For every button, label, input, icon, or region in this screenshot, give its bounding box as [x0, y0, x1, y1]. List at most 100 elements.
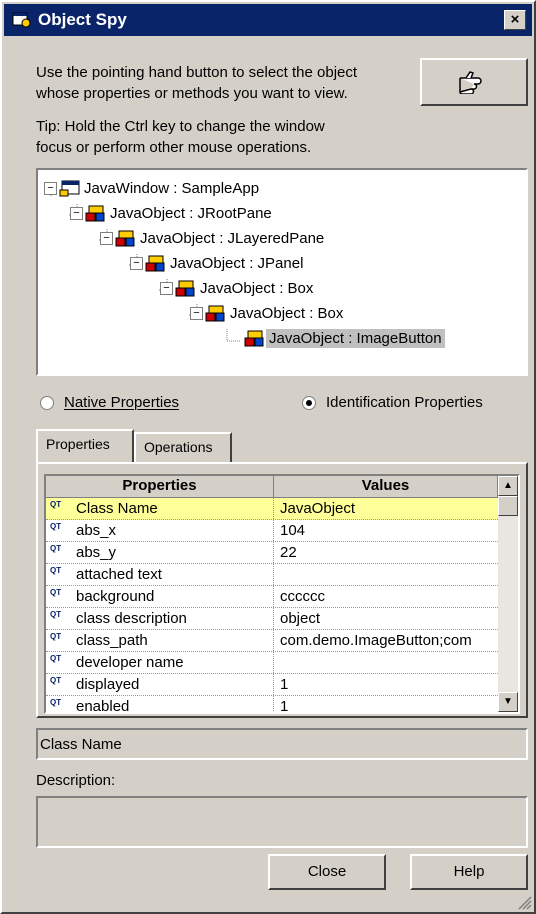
resize-grip-icon[interactable]: [516, 894, 532, 910]
property-value-cell[interactable]: 1: [274, 674, 498, 695]
instruction-line-1: Use the pointing hand button to select t…: [36, 64, 358, 81]
selected-property-field: Class Name: [36, 728, 528, 760]
property-value-cell[interactable]: 22: [274, 542, 498, 563]
java-object-icon: [205, 305, 225, 322]
grid-header: Properties Values: [46, 476, 498, 498]
property-name-cell[interactable]: QT background: [46, 586, 274, 607]
grid-scrollbar[interactable]: ▲ ▼: [498, 476, 518, 712]
tree-node[interactable]: − JavaObject : JLayeredPane: [100, 226, 327, 250]
instruction-line-2: whose properties or methods you want to …: [36, 85, 348, 102]
tree-node-label: JavaObject : Box: [200, 279, 314, 297]
table-row[interactable]: QT abs_y 22: [46, 542, 498, 564]
property-icon: QT: [50, 565, 62, 575]
tree-node-label: JavaObject : ImageButton: [266, 328, 445, 348]
table-row[interactable]: QT displayed 1: [46, 674, 498, 696]
property-name: Class Name: [76, 500, 158, 517]
help-button[interactable]: Help: [410, 854, 528, 890]
property-value-cell[interactable]: 1: [274, 696, 498, 712]
tree-node-label: JavaObject : JRootPane: [110, 204, 272, 222]
identification-properties-radio[interactable]: [302, 395, 316, 410]
property-icon: QT: [50, 609, 62, 619]
property-value-cell[interactable]: cccccc: [274, 586, 498, 607]
property-value-cell[interactable]: com.demo.ImageButton;com: [274, 630, 498, 651]
tip-line-1: Tip: Hold the Ctrl key to change the win…: [36, 118, 325, 135]
object-tree[interactable]: − JavaWindow : SampleApp − JavaObject : JRo…: [36, 168, 528, 376]
title-bar[interactable]: Object Spy ×: [4, 4, 532, 36]
tab-properties[interactable]: Properties: [36, 429, 134, 462]
tree-node[interactable]: − JavaObject : Box: [190, 301, 346, 325]
collapse-icon[interactable]: −: [130, 256, 143, 270]
identification-properties-option[interactable]: Identification Properties: [302, 394, 483, 411]
properties-column-header[interactable]: Properties: [46, 476, 274, 498]
property-icon: QT: [50, 697, 62, 707]
property-value-cell[interactable]: 104: [274, 520, 498, 541]
property-name-cell[interactable]: QT displayed: [46, 674, 274, 695]
property-name-cell[interactable]: QT enabled: [46, 696, 274, 712]
property-name-cell[interactable]: QT abs_x: [46, 520, 274, 541]
property-icon: QT: [50, 521, 62, 531]
java-window-icon: [59, 180, 80, 197]
tree-node[interactable]: JavaObject : ImageButton: [244, 326, 445, 350]
window-title: Object Spy: [38, 10, 127, 29]
property-name: class_path: [76, 632, 148, 649]
property-icon: QT: [50, 631, 62, 641]
table-row[interactable]: QT Class Name JavaObject: [46, 498, 498, 520]
java-object-icon: [244, 330, 264, 347]
table-row[interactable]: QT class description object: [46, 608, 498, 630]
table-row[interactable]: QT enabled 1: [46, 696, 498, 712]
properties-tab-panel: Properties Values QT Class Name JavaObject…: [36, 462, 528, 718]
scroll-thumb[interactable]: [498, 496, 518, 516]
pointing-hand-icon: [459, 71, 482, 94]
tree-node[interactable]: − JavaWindow : SampleApp: [44, 176, 262, 200]
close-button[interactable]: Close: [268, 854, 386, 890]
property-icon: QT: [50, 543, 62, 553]
java-object-icon: [145, 255, 165, 272]
collapse-icon[interactable]: −: [190, 306, 203, 320]
property-name: class description: [76, 610, 187, 627]
property-name-cell[interactable]: QT abs_y: [46, 542, 274, 563]
property-icon: QT: [50, 675, 62, 685]
property-name: abs_y: [76, 544, 117, 561]
scroll-down-arrow-icon[interactable]: ▼: [498, 692, 518, 712]
table-row[interactable]: QT abs_x 104: [46, 520, 498, 542]
property-value-cell[interactable]: [274, 564, 498, 585]
java-object-icon: [115, 230, 135, 247]
property-name: background: [76, 588, 155, 605]
collapse-icon[interactable]: −: [44, 181, 57, 195]
table-row[interactable]: QT developer name: [46, 652, 498, 674]
table-row[interactable]: QT background cccccc: [46, 586, 498, 608]
collapse-icon[interactable]: −: [100, 231, 113, 245]
property-icon: QT: [50, 587, 62, 597]
values-column-header[interactable]: Values: [274, 476, 498, 498]
properties-grid[interactable]: Properties Values QT Class Name JavaObject…: [44, 474, 520, 714]
property-name-cell[interactable]: QT class_path: [46, 630, 274, 651]
native-properties-radio[interactable]: [40, 395, 54, 410]
close-window-button[interactable]: ×: [504, 10, 526, 30]
tab-operations[interactable]: Operations: [134, 432, 232, 462]
property-name-cell[interactable]: QT developer name: [46, 652, 274, 673]
property-value-cell[interactable]: object: [274, 608, 498, 629]
property-icon: QT: [50, 499, 62, 509]
tree-node[interactable]: − JavaObject : JPanel: [130, 251, 306, 275]
table-row[interactable]: QT attached text: [46, 564, 498, 586]
collapse-icon[interactable]: −: [70, 206, 83, 220]
scroll-up-arrow-icon[interactable]: ▲: [498, 476, 518, 496]
property-name-cell[interactable]: QT Class Name: [46, 498, 274, 519]
pointing-hand-button[interactable]: [420, 58, 528, 106]
property-name: abs_x: [76, 522, 117, 539]
property-name-cell[interactable]: QT class description: [46, 608, 274, 629]
property-icon: QT: [50, 653, 62, 663]
tree-node-label: JavaObject : JPanel: [170, 254, 304, 272]
property-value-cell[interactable]: [274, 652, 498, 673]
tree-node[interactable]: − JavaObject : Box: [160, 276, 316, 300]
property-name: attached text: [76, 566, 162, 583]
java-object-icon: [85, 205, 105, 222]
property-value-cell[interactable]: JavaObject: [274, 498, 498, 519]
identification-properties-label: Identification Properties: [326, 394, 483, 411]
table-row[interactable]: QT class_path com.demo.ImageButton;com: [46, 630, 498, 652]
property-name-cell[interactable]: QT attached text: [46, 564, 274, 585]
tree-node[interactable]: − JavaObject : JRootPane: [70, 201, 275, 225]
collapse-icon[interactable]: −: [160, 281, 173, 295]
tip-line-2: focus or perform other mouse operations.: [36, 139, 312, 156]
native-properties-option[interactable]: Native Properties: [40, 394, 179, 411]
